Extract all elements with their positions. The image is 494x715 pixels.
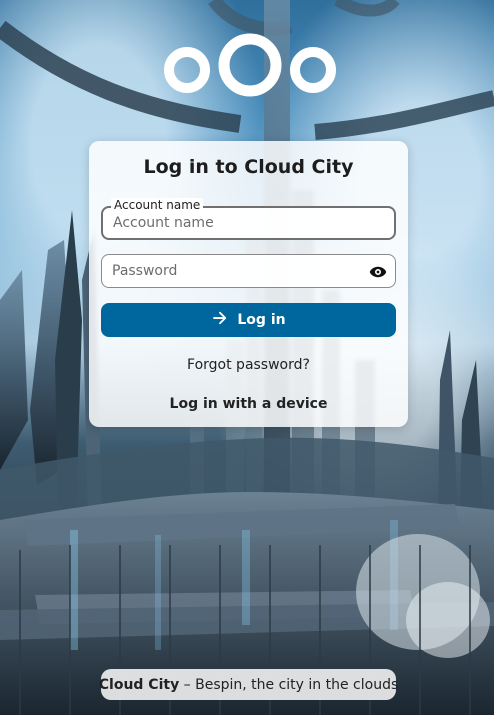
arrow-right-icon [211,309,229,331]
device-login-link[interactable]: Log in with a device [89,396,408,412]
login-button-label: Log in [237,312,286,328]
login-card: Log in to Cloud City Account name Log in… [89,141,408,427]
account-name-field[interactable]: Account name [101,198,396,240]
forgot-password-link[interactable]: Forgot password? [89,357,408,373]
footer-separator: – [183,676,191,693]
eye-icon[interactable] [369,263,387,281]
login-title: Log in to Cloud City [143,156,354,178]
password-input[interactable] [112,256,367,286]
password-field[interactable] [101,254,396,288]
footer-name: Cloud City [98,676,180,693]
nextcloud-logo-icon [164,33,336,97]
footer-note: Cloud City – Bespin, the city in the clo… [98,669,399,700]
account-name-input[interactable] [113,208,368,238]
footer-slogan: Bespin, the city in the clouds [195,676,399,693]
login-button[interactable]: Log in [101,303,396,337]
nextcloud-logo [164,30,336,100]
